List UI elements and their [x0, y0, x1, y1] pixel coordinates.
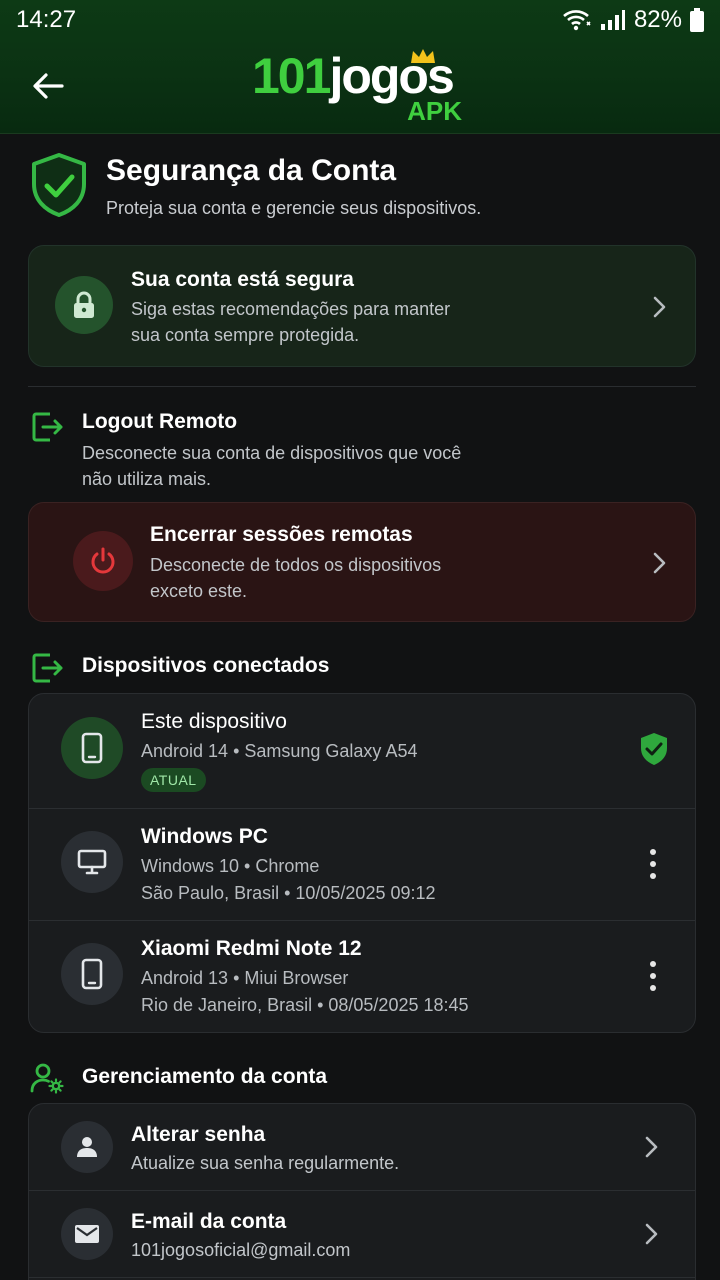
remote-logout-desc-2: não utiliza mais.	[82, 469, 212, 489]
current-badge: ATUAL	[141, 768, 206, 792]
person-icon-circle	[61, 1121, 113, 1173]
signal-icon	[600, 10, 625, 30]
mail-icon	[75, 1225, 99, 1243]
status-time: 14:27	[16, 6, 77, 33]
chevron-right-icon	[647, 551, 671, 575]
logo-apk: APK	[407, 96, 462, 126]
crown-icon	[411, 49, 435, 63]
device-name: Windows PC	[141, 825, 268, 848]
device-info: Android 13 • Miui Browser	[141, 968, 349, 988]
end-sessions-desc-1: Desconecte de todos os dispositivos	[150, 555, 442, 575]
device-row-current[interactable]: Este dispositivo Android 14 • Samsung Ga…	[29, 694, 695, 808]
end-remote-sessions-card[interactable]: Encerrar sessões remotas Desconecte de t…	[28, 502, 696, 622]
remote-logout-desc-1: Desconecte sua conta de dispositivos que…	[82, 443, 462, 463]
account-secure-card[interactable]: Sua conta está segura Siga estas recomen…	[28, 245, 696, 367]
chevron-right-icon	[647, 295, 671, 319]
change-password-title: Alterar senha	[131, 1123, 266, 1146]
lock-icon-circle	[55, 276, 113, 334]
device-row-windows-pc[interactable]: Windows PC Windows 10 • Chrome São Paulo…	[29, 809, 695, 921]
section-divider	[28, 386, 696, 387]
end-sessions-title: Encerrar sessões remotas	[150, 523, 413, 546]
smartphone-icon	[81, 958, 103, 990]
row-divider	[29, 1277, 695, 1278]
power-icon	[91, 547, 115, 574]
wifi-icon	[563, 10, 591, 31]
secure-card-desc-1: Siga estas recomendações para manter	[131, 299, 451, 319]
battery-icon	[690, 8, 704, 32]
device-icon-circle	[61, 717, 123, 779]
more-options-icon[interactable]	[643, 849, 663, 879]
account-email-title: E-mail da conta	[131, 1210, 287, 1233]
device-name: Este dispositivo	[141, 710, 287, 733]
device-icon-circle	[61, 943, 123, 1005]
desktop-icon	[77, 849, 107, 875]
smartphone-icon	[81, 732, 103, 764]
device-row-xiaomi[interactable]: Xiaomi Redmi Note 12 Android 13 • Miui B…	[29, 921, 695, 1032]
device-name: Xiaomi Redmi Note 12	[141, 937, 362, 960]
chevron-right-icon	[639, 1222, 663, 1246]
remote-logout-title: Logout Remoto	[82, 410, 238, 433]
secure-card-title: Sua conta está segura	[131, 268, 354, 291]
device-location-time: Rio de Janeiro, Brasil • 08/05/2025 18:4…	[141, 995, 469, 1015]
power-icon-circle	[73, 531, 133, 591]
app-logo: 101jogos APK	[252, 44, 472, 128]
shield-check-icon	[641, 733, 667, 765]
devices-title: Dispositivos conectados	[82, 654, 330, 677]
account-management-title: Gerenciamento da conta	[82, 1065, 328, 1088]
device-info: Windows 10 • Chrome	[141, 856, 320, 876]
user-settings-icon	[30, 1063, 64, 1094]
person-icon	[77, 1137, 97, 1157]
page-subtitle: Proteja sua conta e gerencie seus dispos…	[106, 198, 482, 218]
devices-icon	[32, 653, 63, 683]
account-management-list: Alterar senha Atualize sua senha regular…	[28, 1103, 696, 1280]
app-header: 14:27 82% 101jogos APK	[0, 0, 720, 134]
back-button[interactable]	[28, 66, 68, 106]
arrow-left-icon	[33, 73, 64, 99]
account-security-screen: 14:27 82% 101jogos APK Segurança da Cont…	[0, 0, 720, 1280]
shield-check-icon	[32, 153, 86, 217]
account-email-value: 101jogosoficial@gmail.com	[131, 1240, 351, 1260]
device-location-time: São Paulo, Brasil • 10/05/2025 09:12	[141, 883, 436, 903]
lock-icon	[74, 291, 94, 318]
mail-icon-circle	[61, 1208, 113, 1260]
end-sessions-desc-2: exceto este.	[150, 581, 248, 601]
battery-percent: 82%	[633, 6, 682, 33]
change-password-item[interactable]: Alterar senha Atualize sua senha regular…	[29, 1104, 695, 1190]
account-email-item[interactable]: E-mail da conta 101jogosoficial@gmail.co…	[29, 1191, 695, 1277]
more-options-icon[interactable]	[643, 961, 663, 991]
logo-number: 101	[252, 48, 331, 104]
page-title: Segurança da Conta	[106, 154, 397, 187]
status-indicators: 82%	[562, 6, 704, 34]
device-list: Este dispositivo Android 14 • Samsung Ga…	[28, 693, 696, 1033]
device-info: Android 14 • Samsung Galaxy A54	[141, 741, 418, 761]
device-icon-circle	[61, 831, 123, 893]
secure-card-desc-2: sua conta sempre protegida.	[131, 325, 360, 345]
change-password-desc: Atualize sua senha regularmente.	[131, 1153, 400, 1173]
logout-icon	[32, 412, 63, 442]
chevron-right-icon	[639, 1135, 663, 1159]
